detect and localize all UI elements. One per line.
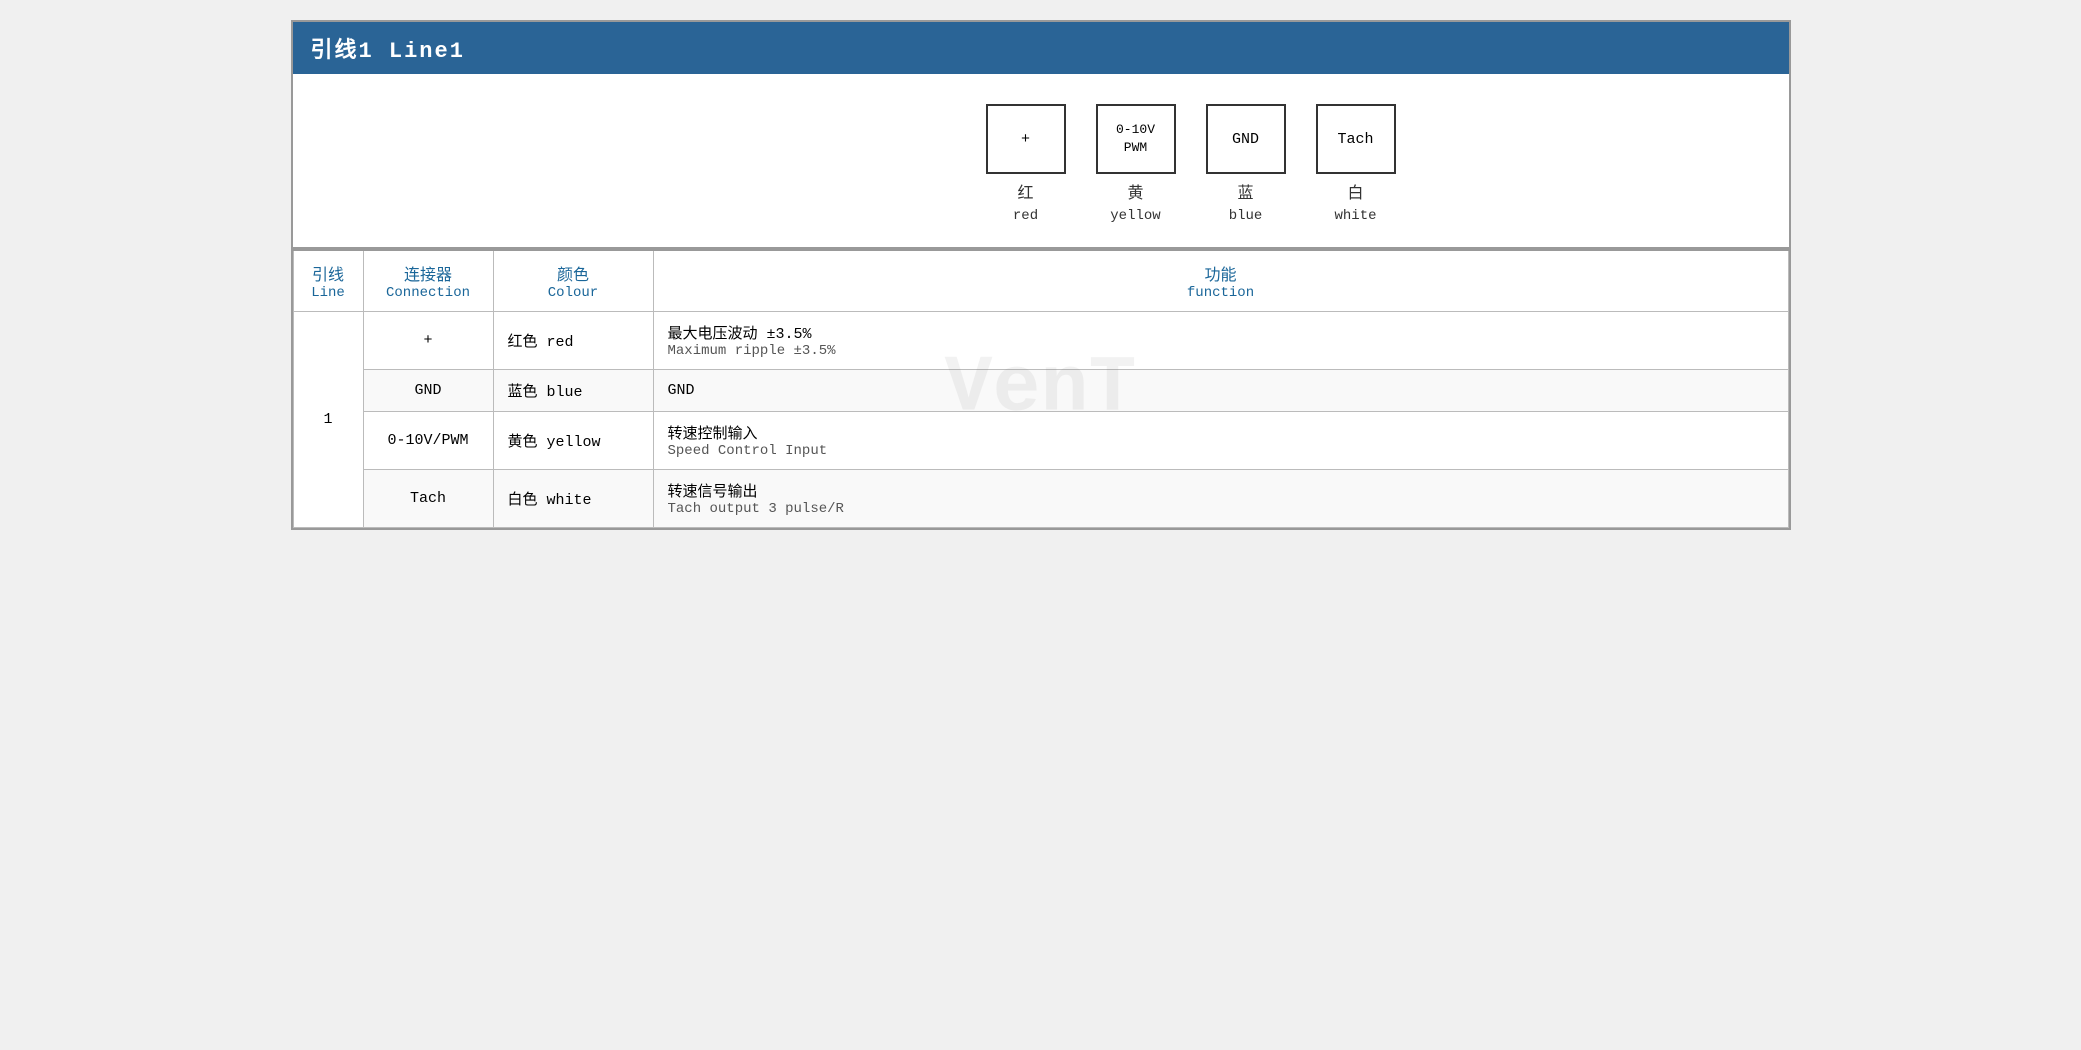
connector-row: + 红 red 0-10VPWM 黄 yellow GND: [986, 104, 1396, 227]
cell-color-red: 红色 red: [493, 312, 653, 370]
th-func-zh: 功能: [668, 261, 1774, 285]
main-container: 引线1 Line1 + 红 red 0-10VPWM 黄 yellow: [291, 20, 1791, 530]
diagram-inner: + 红 red 0-10VPWM 黄 yellow GND: [986, 104, 1396, 227]
func-pwm-zh: 转速控制输入: [668, 422, 1774, 443]
table-row: 1 + 红色 red 最大电压波动 ±3.5% Maximum ripple ±…: [293, 312, 1788, 370]
table-section: VenT 引线 Line 连接器 Connection 颜色 Colour: [293, 249, 1789, 528]
pin-plus-label: 红 red: [1013, 182, 1038, 227]
pin-tach-en: white: [1334, 206, 1376, 227]
th-line-en: Line: [308, 285, 349, 301]
cell-func-plus: 最大电压波动 ±3.5% Maximum ripple ±3.5%: [653, 312, 1788, 370]
diagram-section: + 红 red 0-10VPWM 黄 yellow GND: [293, 74, 1789, 249]
pin-pwm-label: 黄 yellow: [1110, 182, 1160, 227]
pin-tach-symbol: Tach: [1316, 104, 1396, 174]
pin-gnd-zh: 蓝: [1237, 182, 1253, 206]
pin-pwm-zh: 黄: [1127, 182, 1143, 206]
th-color-zh: 颜色: [508, 261, 639, 285]
th-func: 功能 function: [653, 250, 1788, 312]
pin-plus-zh: 红: [1017, 182, 1033, 206]
pin-gnd-en: blue: [1229, 206, 1263, 227]
func-plus-en: Maximum ripple ±3.5%: [668, 343, 1774, 359]
cell-line-1: 1: [293, 312, 363, 528]
pin-pwm-symbol: 0-10VPWM: [1096, 104, 1176, 174]
cell-conn-gnd: GND: [363, 370, 493, 412]
pin-tach-label: 白 white: [1334, 182, 1376, 227]
table-header-row: 引线 Line 连接器 Connection 颜色 Colour 功能 func…: [293, 250, 1788, 312]
pin-tach-zh: 白: [1347, 182, 1363, 206]
th-color: 颜色 Colour: [493, 250, 653, 312]
pin-gnd-label: 蓝 blue: [1229, 182, 1263, 227]
pin-tach-box: Tach 白 white: [1316, 104, 1396, 227]
th-conn: 连接器 Connection: [363, 250, 493, 312]
th-func-en: function: [668, 285, 1774, 301]
func-gnd-zh: GND: [668, 382, 1774, 399]
page-header: 引线1 Line1: [293, 22, 1789, 74]
th-line-zh: 引线: [308, 261, 349, 285]
th-line: 引线 Line: [293, 250, 363, 312]
pin-gnd-box: GND 蓝 blue: [1206, 104, 1286, 227]
cell-func-gnd: GND: [653, 370, 1788, 412]
cell-color-blue: 蓝色 blue: [493, 370, 653, 412]
cell-color-white: 白色 white: [493, 470, 653, 528]
func-pwm-en: Speed Control Input: [668, 443, 1774, 459]
func-tach-zh: 转速信号输出: [668, 480, 1774, 501]
page-title: 引线1 Line1: [311, 39, 465, 64]
th-color-en: Colour: [508, 285, 639, 301]
pin-pwm-box: 0-10VPWM 黄 yellow: [1096, 104, 1176, 227]
cell-func-tach: 转速信号输出 Tach output 3 pulse/R: [653, 470, 1788, 528]
th-conn-zh: 连接器: [378, 261, 479, 285]
th-conn-en: Connection: [378, 285, 479, 301]
table-row: 0-10V/PWM 黄色 yellow 转速控制输入 Speed Control…: [293, 412, 1788, 470]
cell-conn-pwm: 0-10V/PWM: [363, 412, 493, 470]
pin-pwm-en: yellow: [1110, 206, 1160, 227]
func-plus-zh: 最大电压波动 ±3.5%: [668, 322, 1774, 343]
cell-conn-tach: Tach: [363, 470, 493, 528]
pin-plus-symbol: +: [986, 104, 1066, 174]
cell-color-yellow: 黄色 yellow: [493, 412, 653, 470]
pin-plus-en: red: [1013, 206, 1038, 227]
cell-conn-plus: +: [363, 312, 493, 370]
table-row: GND 蓝色 blue GND: [293, 370, 1788, 412]
main-table: 引线 Line 连接器 Connection 颜色 Colour 功能 func…: [293, 249, 1789, 528]
cell-func-pwm: 转速控制输入 Speed Control Input: [653, 412, 1788, 470]
func-tach-en: Tach output 3 pulse/R: [668, 501, 1774, 517]
pin-gnd-symbol: GND: [1206, 104, 1286, 174]
pin-plus-box: + 红 red: [986, 104, 1066, 227]
table-row: Tach 白色 white 转速信号输出 Tach output 3 pulse…: [293, 470, 1788, 528]
